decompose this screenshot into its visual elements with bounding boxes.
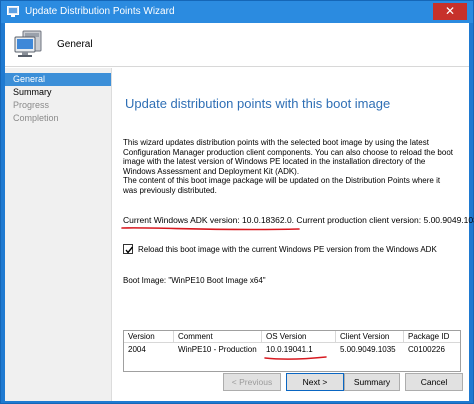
cell-version: 2004 — [128, 345, 146, 354]
column-header-comment[interactable]: Comment — [174, 331, 262, 343]
cell-client-version: 5.00.9049.1035 — [340, 345, 396, 354]
reload-checkbox-label: Reload this boot image with the current … — [138, 245, 437, 254]
column-header-package-id[interactable]: Package ID — [404, 331, 460, 343]
cell-comment: WinPE10 - Production — [178, 345, 257, 354]
column-header-client-version[interactable]: Client Version — [336, 331, 404, 343]
reload-checkbox[interactable] — [123, 244, 134, 254]
page-heading: Update distribution points with this boo… — [125, 96, 391, 111]
wizard-client-area: General General Summary Progress Complet… — [5, 23, 474, 401]
next-button[interactable]: Next > — [286, 373, 344, 391]
checkmark-icon — [125, 246, 134, 254]
intro-paragraph: This wizard updates distribution points … — [123, 138, 453, 176]
close-button[interactable]: ✕ — [433, 3, 467, 20]
summary-button[interactable]: Summary — [344, 373, 400, 391]
cell-package-id: C0100226 — [408, 345, 445, 354]
nav-item-progress: Progress — [13, 100, 50, 110]
wizard-app-icon — [7, 6, 19, 17]
nav-item-completion: Completion — [13, 113, 59, 123]
computer-icon — [14, 30, 42, 57]
previous-button: < Previous — [223, 373, 281, 391]
reload-checkbox-row[interactable]: Reload this boot image with the current … — [123, 244, 463, 256]
wizard-header: General — [5, 23, 469, 67]
boot-image-text: Boot Image: "WinPE10 Boot Image x64" — [123, 276, 266, 285]
wizard-window: Update Distribution Points Wizard ✕ Gene… — [0, 0, 474, 404]
nav-item-summary[interactable]: Summary — [5, 86, 111, 99]
header-page-name: General — [57, 39, 93, 50]
column-header-os-version[interactable]: OS Version — [262, 331, 336, 343]
cell-os-version: 10.0.19041.1 — [266, 345, 313, 354]
adk-version-text: Current Windows ADK version: 10.0.18362.… — [123, 215, 474, 225]
close-icon: ✕ — [444, 4, 456, 18]
window-title: Update Distribution Points Wizard — [25, 6, 175, 17]
column-header-version[interactable]: Version — [124, 331, 174, 343]
content-paragraph: The content of this boot image package w… — [123, 176, 441, 195]
cancel-button[interactable]: Cancel — [405, 373, 463, 391]
title-bar[interactable]: Update Distribution Points Wizard ✕ — [1, 1, 473, 23]
boot-image-table: Version Comment OS Version Client Versio… — [123, 330, 461, 372]
wizard-content: Update distribution points with this boo… — [113, 68, 474, 401]
red-annotation-underline-os — [264, 356, 327, 360]
table-header: Version Comment OS Version Client Versio… — [124, 331, 460, 343]
wizard-nav: General Summary Progress Completion — [5, 68, 112, 401]
table-row[interactable]: 2004 WinPE10 - Production 10.0.19041.1 5… — [124, 344, 460, 355]
nav-item-general[interactable]: General — [5, 73, 111, 86]
red-annotation-underline — [121, 227, 300, 231]
